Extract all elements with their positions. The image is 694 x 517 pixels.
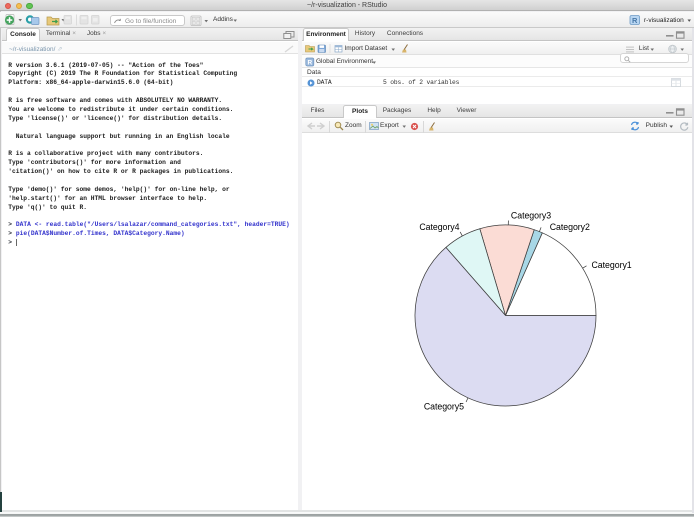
- svg-text:Category1: Category1: [592, 260, 632, 270]
- svg-text:Category2: Category2: [550, 222, 590, 232]
- svg-text:R: R: [632, 16, 638, 25]
- svg-text:Category3: Category3: [511, 210, 551, 220]
- svg-text:Category5: Category5: [424, 401, 464, 411]
- svg-text:R: R: [307, 59, 312, 66]
- svg-text:Category4: Category4: [419, 222, 459, 232]
